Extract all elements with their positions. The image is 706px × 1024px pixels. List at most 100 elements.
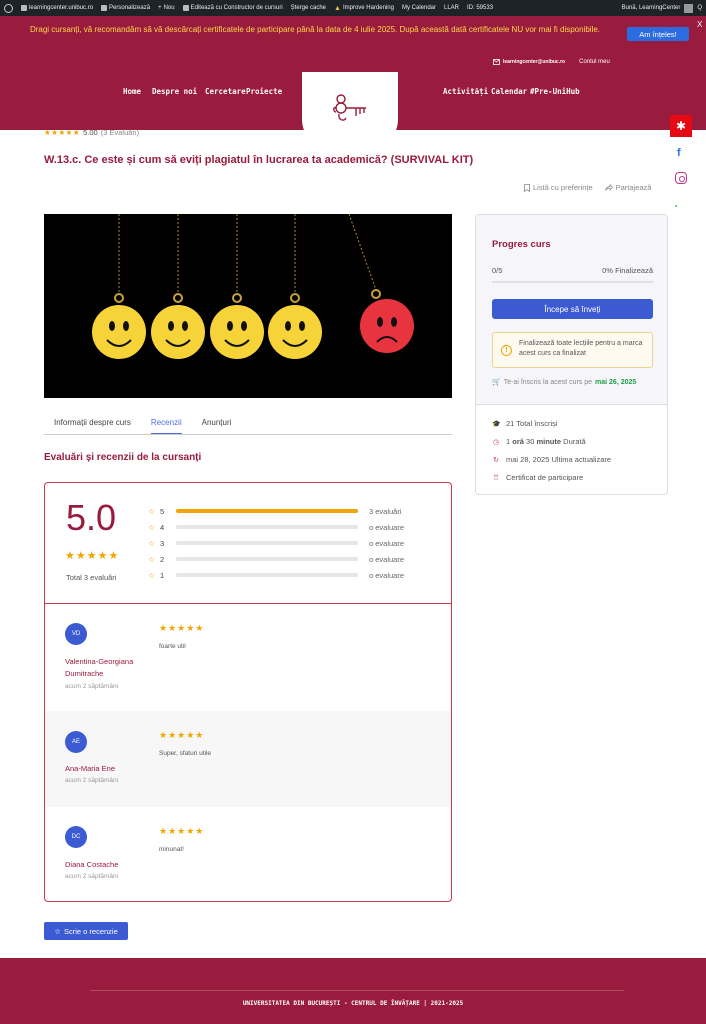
review-text: foarte util xyxy=(159,643,186,650)
reviewer-name: Diana Costache xyxy=(65,860,119,869)
admin-site-link[interactable]: learningcenter.unibuc.ro xyxy=(21,5,93,11)
instagram-icon[interactable] xyxy=(675,172,687,184)
site-footer: UNIVERSITATEA DIN BUCUREȘTI - CENTRUL DE… xyxy=(0,958,706,1024)
settings-gear-button[interactable]: ✱ xyxy=(670,115,692,137)
nav-activities[interactable]: Activități xyxy=(443,87,488,96)
rating-bar xyxy=(176,525,358,529)
avatar: AE xyxy=(65,731,87,753)
bookmark-icon xyxy=(524,183,530,192)
tab-announcements[interactable]: Anunțuri xyxy=(202,412,232,434)
rating-bar-fill xyxy=(176,509,358,513)
enrolled-info: 🛒 Te-ai înscris la acest curs pe mai 26,… xyxy=(492,378,637,387)
footer-divider xyxy=(90,990,624,991)
review-text: Super, sfaturi utile xyxy=(159,750,212,757)
admin-hardening[interactable]: ▲ Improve Hardening xyxy=(334,5,394,12)
reviewer-name: Valentina-Georgiana Dumitrache xyxy=(65,657,134,678)
tab-course-info[interactable]: Informații despre curs xyxy=(54,412,131,434)
plus-icon: + xyxy=(158,5,162,11)
progress-title: Progres curs xyxy=(492,239,551,250)
tab-reviews[interactable]: Recenzii xyxy=(150,412,182,434)
finish-lessons-alert: ! Finalizează toate lecțiile pentru a ma… xyxy=(492,332,653,368)
clock-icon: ◷ xyxy=(492,438,500,446)
review-item: VD Valentina-Georgiana Dumitrache acum 2… xyxy=(45,604,451,700)
enrolled-date: mai 26, 2025 xyxy=(595,378,637,386)
pencil-icon xyxy=(182,5,189,11)
admin-id: ID: 59533 xyxy=(467,5,494,11)
admin-greeting[interactable]: Bună, LearningCenter xyxy=(622,5,681,11)
enrolled-total: 🎓 21 Total înscriși xyxy=(492,419,558,428)
review-item: DC Diana Costache acum 2 săptămâni ★★★★★… xyxy=(45,807,451,901)
course-thumbnail xyxy=(44,214,452,398)
rating-bar-row: ☆ 5 3 evaluări xyxy=(148,506,402,516)
nav-calendar[interactable]: Calendar xyxy=(491,87,527,96)
nav-research[interactable]: Cercetare xyxy=(205,87,246,96)
avatar: DC xyxy=(65,826,87,848)
nav-about[interactable]: Despre noi xyxy=(152,87,197,96)
wordpress-icon[interactable] xyxy=(4,3,13,13)
admin-edit-course[interactable]: Editează cu Constructor de cursuri xyxy=(182,5,283,11)
review-date: acum 2 săptămâni xyxy=(65,683,119,690)
certificate-icon: ♖ xyxy=(492,474,500,482)
key-logo-icon xyxy=(333,94,366,121)
course-actions: Listă cu preferințe Partajează xyxy=(524,183,651,192)
refresh-icon: ↻ xyxy=(493,456,499,464)
graduation-cap-icon: 🎓 xyxy=(492,420,501,428)
info-icon: ! xyxy=(501,345,512,356)
rating-bar-row: ☆ 3 o evaluare xyxy=(148,538,405,548)
site-logo[interactable] xyxy=(302,72,398,146)
nav-home[interactable]: Home xyxy=(123,87,141,96)
facebook-icon[interactable]: f xyxy=(677,147,681,159)
site-header: Dragi cursanți, vă recomandăm să vă desc… xyxy=(0,16,706,146)
share-button[interactable]: Partajează xyxy=(604,183,651,192)
star-outline-icon: ☆ xyxy=(54,926,61,936)
progress-row: 0/5 0% Finalizează xyxy=(492,266,653,275)
home-icon xyxy=(21,5,27,11)
review-stars: ★★★★★ xyxy=(159,623,205,633)
star-outline-icon: ☆ xyxy=(148,538,155,548)
nav-projects[interactable]: Proiecte xyxy=(246,87,282,96)
lessons-done: 0/5 xyxy=(492,266,503,275)
admin-customize[interactable]: Personalizează xyxy=(101,5,150,11)
admin-calendar[interactable]: My Calendar xyxy=(402,5,436,11)
wishlist-button[interactable]: Listă cu preferințe xyxy=(524,183,593,192)
account-link[interactable]: Contul meu xyxy=(579,59,610,65)
rating-bar xyxy=(176,557,358,561)
email-link[interactable]: learningcenter@unibuc.ro xyxy=(493,59,565,65)
rating-summary: 5.0 ★★★★★ Total 3 evaluări ☆ 5 3 evaluăr… xyxy=(45,483,451,604)
reviews-panel: 5.0 ★★★★★ Total 3 evaluări ☆ 5 3 evaluăr… xyxy=(44,482,452,902)
gear-icon: ✱ xyxy=(675,119,687,133)
admin-bar: learningcenter.unibuc.ro Personalizează … xyxy=(0,0,706,16)
admin-llar[interactable]: LLAR xyxy=(444,5,459,11)
star-outline-icon: ☆ xyxy=(148,522,155,532)
search-icon[interactable]: Q xyxy=(697,5,702,11)
top-links: learningcenter@unibuc.ro Contul meu xyxy=(493,59,610,65)
review-date: acum 2 săptămâni xyxy=(65,777,119,784)
review-date: acum 2 săptămâni xyxy=(65,873,119,880)
progress-bar xyxy=(492,281,653,283)
nav-pre-unihub[interactable]: #Pre-UniHub xyxy=(530,87,580,96)
admin-clear-cache[interactable]: Șterge cache xyxy=(291,5,326,11)
progress-section: Progres curs 0/5 0% Finalizează Începe s… xyxy=(476,215,667,405)
avatar[interactable] xyxy=(684,3,694,13)
start-learning-button[interactable]: Începe să înveți xyxy=(492,299,653,319)
rating-bar-row: ☆ 2 o evaluare xyxy=(148,554,405,564)
course-progress-card: Progres curs 0/5 0% Finalizează Începe s… xyxy=(475,214,668,495)
write-review-button[interactable]: ☆ Scrie o recenzie xyxy=(44,922,128,940)
certificate-notice: Dragi cursanți, vă recomandăm să vă desc… xyxy=(29,25,601,34)
progress-percent: 0% Finalizează xyxy=(602,266,653,275)
review-stars: ★★★★★ xyxy=(159,730,205,740)
rating-bar xyxy=(176,509,358,513)
star-outline-icon: ☆ xyxy=(148,506,155,516)
close-notice-icon[interactable]: X xyxy=(697,20,702,29)
rating-count: (3 Evaluări) xyxy=(100,128,140,137)
tiktok-icon[interactable]: ● xyxy=(675,203,677,208)
reviewer-name: Ana-Maria Ene xyxy=(65,764,116,773)
avatar: VD xyxy=(65,623,87,645)
reviews-heading: Evaluări și recenzii de la cursanți xyxy=(44,452,202,463)
course-duration: ◷ 1 oră 30 minute Durată xyxy=(492,437,586,446)
admin-new[interactable]: + Nou xyxy=(158,5,175,11)
dismiss-notice-button[interactable]: Am înțeles! xyxy=(627,27,689,41)
review-stars: ★★★★★ xyxy=(159,826,205,836)
star-outline-icon: ☆ xyxy=(148,570,155,580)
course-rating: ★★★★★ 5.00 (3 Evaluări) xyxy=(44,128,139,137)
